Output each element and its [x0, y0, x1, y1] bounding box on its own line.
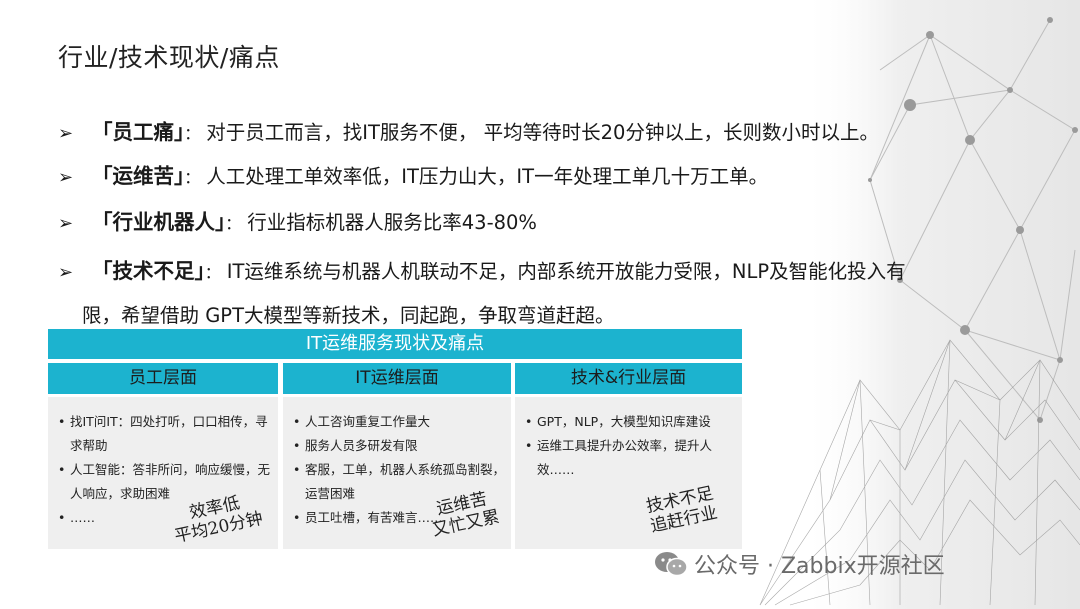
- bullet-key: 「行业机器人」: [92, 210, 226, 234]
- list-item: 找IT问IT：四处打听，口口相传，寻求帮助: [58, 410, 272, 458]
- column-header-employee: 员工层面: [48, 363, 278, 394]
- list-item: GPT，NLP，大模型知识库建设: [525, 410, 736, 434]
- item-list: GPT，NLP，大模型知识库建设 运维工具提升办公效率，提升人效……: [515, 397, 742, 482]
- bullet-key: 「技术不足」: [92, 259, 205, 283]
- arrow-bullet-icon: ➢: [58, 213, 74, 234]
- bullet-key: 「员工痛」: [92, 120, 185, 144]
- arrow-bullet-icon: ➢: [58, 167, 74, 188]
- bullet-tech-gap: ➢ 「技术不足」： IT运维系统与机器人机联动不足，内部系统开放能力受限，NLP及智…: [58, 252, 906, 291]
- column-body-tech: GPT，NLP，大模型知识库建设 运维工具提升办公效率，提升人效……: [515, 397, 742, 549]
- bullet-separator: ：: [204, 263, 221, 282]
- bullet-key: 「运维苦」: [92, 164, 185, 188]
- table-title: IT运维服务现状及痛点: [48, 329, 742, 359]
- bullet-text: 对于员工而言，找IT服务不便， 平均等待时长20分钟以上，长则数小时以上。: [206, 121, 879, 144]
- watermark: 公众号 · Zabbix开源社区: [654, 548, 945, 584]
- column-header-tech: 技术&行业层面: [515, 363, 742, 394]
- page-title: 行业/技术现状/痛点: [58, 43, 280, 72]
- list-item: 服务人员多研发有限: [293, 434, 505, 458]
- bullet-continuation: 限，希望借助 GPT大模型等新技术，同起跑，争取弯道赶超。: [82, 304, 615, 327]
- bullet-industry-robot: ➢ 「行业机器人」： 行业指标机器人服务比率43-80%: [58, 203, 537, 242]
- watermark-text: 公众号 · Zabbix开源社区: [694, 554, 945, 579]
- list-item: 人工咨询重复工作量大: [293, 410, 505, 434]
- arrow-bullet-icon: ➢: [58, 262, 74, 283]
- bullet-ops-hardship: ➢ 「运维苦」： 人工处理工单效率低，IT压力山大，IT一年处理工单几十万工单。: [58, 157, 768, 196]
- arrow-bullet-icon: ➢: [58, 123, 74, 144]
- slide: 行业/技术现状/痛点 ➢ 「员工痛」： 对于员工而言，找IT服务不便， 平均等待时长…: [0, 0, 1080, 609]
- column-header-itops: IT运维层面: [283, 363, 511, 394]
- bullet-text: 行业指标机器人服务比率43-80%: [247, 211, 537, 234]
- bullet-separator: ：: [184, 124, 201, 143]
- bullet-text: IT运维系统与机器人机联动不足，内部系统开放能力受限，NLP及智能化投入有: [226, 260, 906, 283]
- list-item: 运维工具提升办公效率，提升人效……: [525, 434, 736, 482]
- bullet-separator: ：: [225, 214, 242, 233]
- bullet-employee-pain: ➢ 「员工痛」： 对于员工而言，找IT服务不便， 平均等待时长20分钟以上，长则数小…: [58, 113, 879, 152]
- bullet-separator: ：: [184, 168, 201, 187]
- wechat-icon: [654, 550, 688, 584]
- bullet-text: 人工处理工单效率低，IT压力山大，IT一年处理工单几十万工单。: [206, 165, 769, 188]
